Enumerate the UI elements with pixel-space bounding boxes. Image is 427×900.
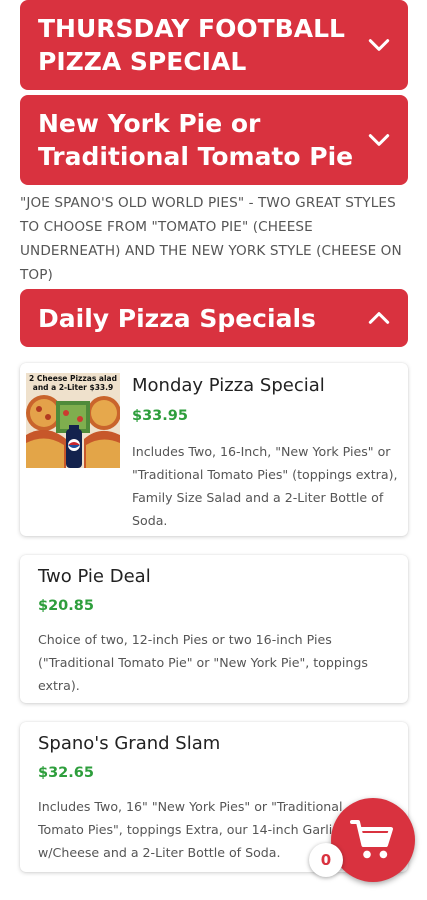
category-title: Daily Pizza Specials — [38, 303, 316, 333]
item-price: $33.95 — [132, 408, 188, 424]
chevron-down-icon — [366, 127, 392, 153]
item-name: Monday Pizza Special — [132, 375, 325, 396]
item-name: Two Pie Deal — [38, 566, 151, 587]
chevron-down-icon — [366, 32, 392, 58]
menu-item-card[interactable]: Two Pie Deal $20.85 Choice of two, 12-in… — [20, 555, 408, 703]
chevron-up-icon — [366, 305, 392, 331]
category-header-new-york-pie[interactable]: New York Pie or Traditional Tomato Pie — [20, 95, 408, 185]
category-title: THURSDAY FOOTBALL PIZZA SPECIAL — [38, 14, 345, 76]
item-price: $20.85 — [38, 598, 94, 614]
item-name: Spano's Grand Slam — [38, 733, 221, 754]
item-description: Choice of two, 12-inch Pies or two 16-in… — [38, 632, 368, 693]
category-description: "JOE SPANO'S OLD WORLD PIES" - TWO GREAT… — [20, 195, 402, 283]
cart-icon — [350, 820, 393, 859]
item-price: $32.65 — [38, 765, 94, 781]
category-header-thursday-football[interactable]: THURSDAY FOOTBALL PIZZA SPECIAL — [20, 0, 408, 90]
cart-count-badge: 0 — [309, 843, 343, 877]
category-title: New York Pie or Traditional Tomato Pie — [38, 109, 354, 171]
cart-button[interactable] — [331, 798, 415, 882]
menu-item-card[interactable]: 2 Cheese Pizzas alad and a 2-Liter $33.9… — [20, 363, 408, 536]
item-image: 2 Cheese Pizzas alad and a 2-Liter $33.9 — [26, 373, 120, 468]
item-image-caption: 2 Cheese Pizzas alad and a 2-Liter $33.9 — [28, 374, 117, 392]
item-description: Includes Two, 16-Inch, "New York Pies" o… — [132, 444, 398, 528]
category-header-daily-specials[interactable]: Daily Pizza Specials — [20, 289, 408, 347]
